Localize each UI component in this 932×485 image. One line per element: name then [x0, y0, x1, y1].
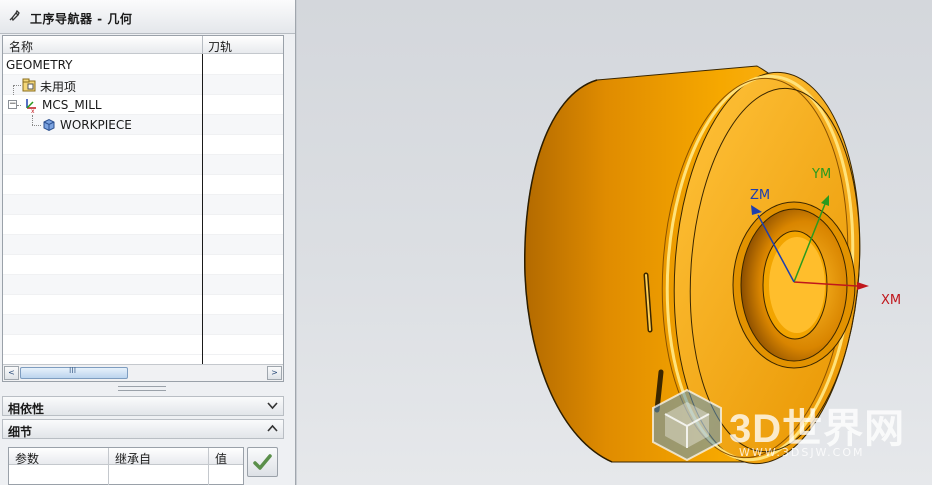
tree-item-label: MCS_MILL	[42, 98, 102, 112]
column-header-name[interactable]: 名称	[9, 38, 33, 55]
tree-item-label: WORKPIECE	[60, 118, 132, 132]
column-header-parameter[interactable]: 参数	[15, 450, 39, 467]
dependencies-section[interactable]: 相依性	[2, 396, 284, 416]
watermark-url: WWW.3DSJW.COM	[739, 446, 865, 459]
empty-row	[3, 175, 283, 195]
graphics-viewport[interactable]: XM YM ZM 3D世界网 WWW.3DSJW.COM	[297, 0, 932, 485]
column-divider	[202, 54, 203, 364]
tree-connector	[32, 115, 33, 125]
chevron-down-icon[interactable]	[265, 399, 280, 413]
z-axis-label: ZM	[750, 188, 770, 203]
operation-navigator-panel: 工序导航器 - 几何 名称 刀轨 GEOMETRY 未用项 − x MCS_MI…	[0, 0, 296, 485]
empty-row	[3, 255, 283, 275]
pin-icon[interactable]	[7, 9, 21, 23]
y-axis-label: YM	[811, 167, 831, 182]
apply-button[interactable]	[247, 447, 278, 477]
panel-splitter[interactable]	[118, 386, 166, 391]
navigator-tree[interactable]: 名称 刀轨 GEOMETRY 未用项 − x MCS_MILL WORKPIEC…	[2, 35, 284, 382]
column-separator	[108, 448, 109, 485]
column-separator	[208, 448, 209, 485]
mcs-axis-icon: x	[22, 97, 36, 115]
column-separator[interactable]	[202, 36, 203, 54]
dependencies-label: 相依性	[8, 402, 45, 416]
column-header-inherited-from[interactable]: 继承自	[115, 450, 151, 467]
brand-logo-icon	[652, 388, 722, 462]
empty-row	[3, 335, 283, 355]
scroll-thumb[interactable]: III	[20, 366, 128, 379]
tree-row-geometry[interactable]: GEOMETRY	[3, 55, 283, 75]
empty-row	[3, 215, 283, 235]
chevron-up-icon[interactable]	[265, 422, 280, 436]
details-section[interactable]: 细节	[2, 419, 284, 439]
scroll-left-button[interactable]: <	[4, 366, 19, 380]
details-table[interactable]: 参数 继承自 值	[8, 447, 244, 485]
collapse-icon[interactable]: −	[8, 100, 17, 109]
scroll-right-button[interactable]: >	[267, 366, 282, 380]
horizontal-scrollbar[interactable]: < III >	[3, 364, 283, 381]
empty-row	[3, 295, 283, 315]
x-axis-label: XM	[881, 293, 901, 308]
navigator-title-bar: 工序导航器 - 几何	[0, 0, 295, 34]
tree-connector	[17, 105, 21, 106]
tree-connector	[13, 85, 21, 86]
scroll-grip: III	[69, 366, 77, 375]
svg-text:x: x	[31, 108, 35, 113]
tree-item-label: GEOMETRY	[6, 58, 73, 72]
x-axis-arrow	[857, 282, 869, 290]
tree-row-workpiece[interactable]: WORKPIECE	[3, 115, 283, 135]
empty-row	[3, 195, 283, 215]
empty-row	[3, 275, 283, 295]
column-header-value[interactable]: 值	[215, 450, 227, 467]
empty-row	[3, 135, 283, 155]
navigator-title: 工序导航器 - 几何	[30, 12, 133, 26]
column-header-toolpath[interactable]: 刀轨	[208, 38, 232, 55]
empty-row	[3, 315, 283, 335]
unused-folder-icon	[22, 78, 36, 92]
tree-row-unused[interactable]: 未用项	[3, 75, 283, 95]
tree-header: 名称 刀轨	[3, 36, 283, 54]
tree-item-label: 未用项	[40, 80, 77, 94]
checkmark-icon	[253, 454, 272, 470]
details-label: 细节	[8, 425, 33, 439]
workpiece-cube-icon	[42, 118, 56, 132]
tree-row-mcs-mill[interactable]: − x MCS_MILL	[3, 95, 283, 115]
empty-row	[3, 235, 283, 255]
tree-connector	[13, 85, 14, 95]
empty-row	[3, 155, 283, 175]
tree-connector	[32, 125, 41, 126]
